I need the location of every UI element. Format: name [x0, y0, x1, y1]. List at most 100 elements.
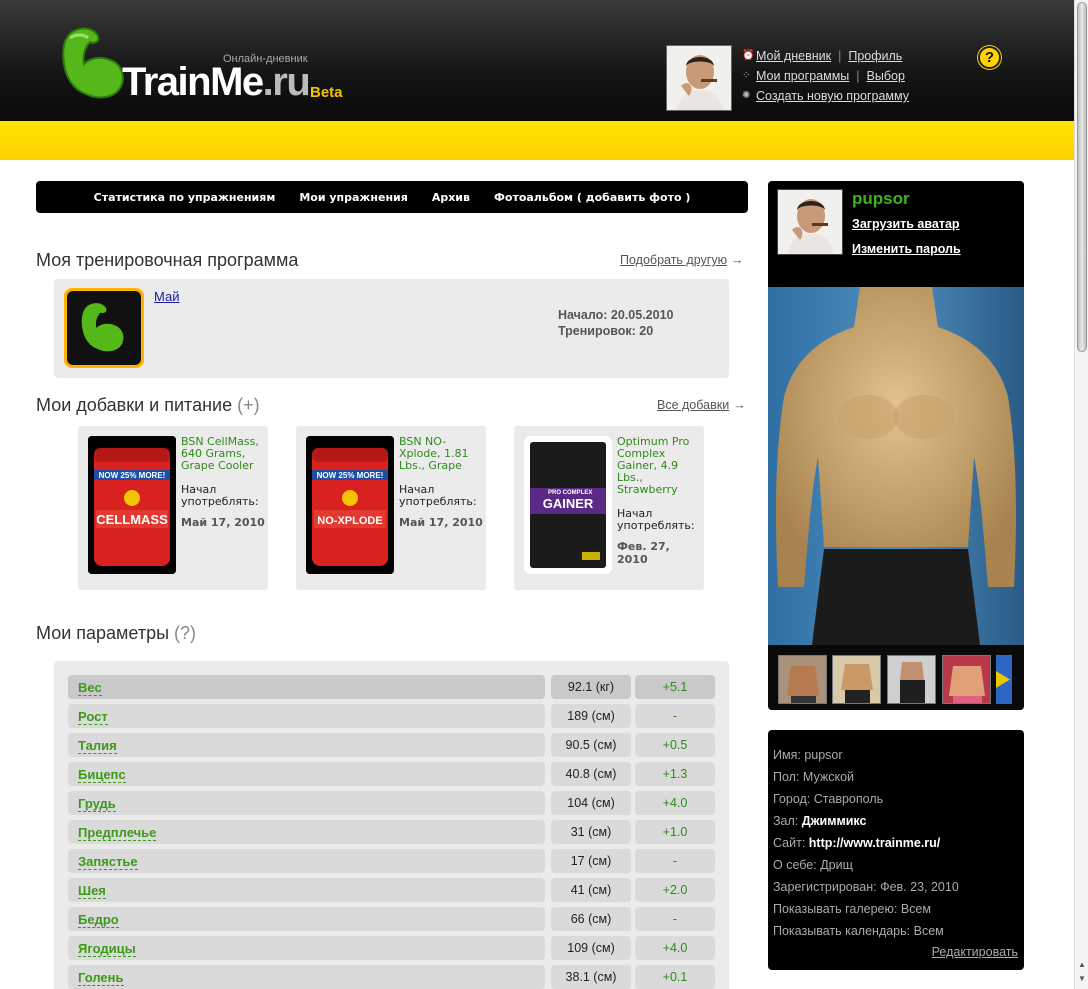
- info-show-calendar: Показывать календарь: Всем: [773, 924, 944, 938]
- param-delta: +1.3: [635, 762, 715, 786]
- clock-icon: ⏰: [742, 50, 755, 61]
- page-scrollbar[interactable]: ▲ ▼: [1074, 0, 1088, 989]
- nav-photo-album[interactable]: Фотоальбом ( добавить фото ): [494, 191, 690, 204]
- param-value: 90.5 (см): [551, 733, 631, 757]
- profile-main-photo[interactable]: [768, 287, 1024, 645]
- flexed-arm-icon: [62, 27, 124, 99]
- grid-dots-icon: ⁘: [742, 70, 751, 81]
- supplement-image[interactable]: PRO COMPLEX GAINER: [524, 436, 612, 574]
- supplement-name-link[interactable]: BSN NO-Xplode, 1.81 Lbs., Grape: [399, 436, 483, 472]
- param-name[interactable]: Грудь: [68, 791, 545, 815]
- param-delta: +0.5: [635, 733, 715, 757]
- link-separator: |: [838, 49, 842, 63]
- help-icon[interactable]: ?: [978, 46, 1001, 69]
- param-name[interactable]: Бедро: [68, 907, 545, 931]
- info-city: Город: Ставрополь: [773, 792, 884, 806]
- profile-avatar[interactable]: [777, 189, 843, 255]
- table-row: Предплечье 31 (см) +1.0: [68, 820, 716, 844]
- info-registered: Зарегистрирован: Фев. 23, 2010: [773, 880, 959, 894]
- supplement-name-link[interactable]: BSN CellMass, 640 Grams, Grape Cooler: [181, 436, 265, 472]
- photo-thumbnail[interactable]: [832, 655, 881, 704]
- next-photos-arrow-icon[interactable]: [996, 655, 1012, 704]
- photo-thumbnails: [768, 645, 1024, 710]
- param-delta: +1.0: [635, 820, 715, 844]
- profile-username: pupsor: [852, 189, 910, 208]
- param-name[interactable]: Талия: [68, 733, 545, 757]
- param-name[interactable]: Ягодицы: [68, 936, 545, 960]
- my-programs-link[interactable]: Мои программы: [756, 66, 849, 86]
- supplement-image[interactable]: NOW 25% MORE! CELLMASS: [88, 436, 176, 574]
- profile-link[interactable]: Профиль: [848, 46, 902, 66]
- site-link[interactable]: http://www.trainme.ru/: [809, 836, 940, 850]
- arrow-right-icon: [996, 655, 1012, 704]
- table-row: Ягодицы 109 (см) +4.0: [68, 936, 716, 960]
- site-header: Онлайн-дневник TrainMe.ru Beta ⏰ Мой дне…: [0, 0, 1074, 121]
- beta-badge: Beta: [310, 84, 343, 101]
- scrollbar-thumb[interactable]: [1077, 2, 1087, 352]
- table-row: Шея 41 (см) +2.0: [68, 878, 716, 902]
- param-name[interactable]: Предплечье: [68, 820, 545, 844]
- choose-other-program-link[interactable]: Подобрать другую →: [620, 253, 743, 267]
- param-name[interactable]: Вес: [68, 675, 545, 699]
- link-separator: |: [856, 69, 860, 83]
- param-name[interactable]: Запястье: [68, 849, 545, 873]
- supplement-name-link[interactable]: Optimum Pro Complex Gainer, 4.9 Lbs., St…: [617, 436, 701, 496]
- brand-name: TrainMe.ru: [122, 60, 311, 104]
- choice-link[interactable]: Выбор: [867, 66, 905, 86]
- all-supplements-link[interactable]: Все добавки →: [657, 398, 746, 412]
- photo-thumbnail[interactable]: [778, 655, 827, 704]
- supplement-started-label: Начал употреблять:: [617, 507, 695, 532]
- nav-exercise-stats[interactable]: Статистика по упражнениям: [94, 191, 276, 204]
- user-info-card: Имя: pupsor Пол: Мужской Город: Ставропо…: [768, 730, 1024, 970]
- table-row: Рост 189 (см) -: [68, 704, 716, 728]
- edit-profile-link[interactable]: Редактировать: [932, 945, 1018, 959]
- create-program-link[interactable]: Создать новую программу: [756, 86, 909, 106]
- info-about: О себе: Дрищ: [773, 858, 853, 872]
- nav-my-exercises[interactable]: Мои упражнения: [299, 191, 408, 204]
- program-icon[interactable]: [64, 288, 144, 368]
- param-value: 189 (см): [551, 704, 631, 728]
- table-row: Вес 92.1 (кг) +5.1: [68, 675, 716, 699]
- program-meta: Начало: 20.05.2010 Тренировок: 20: [558, 307, 674, 339]
- change-password-link[interactable]: Изменить пароль: [852, 242, 961, 256]
- upload-avatar-link[interactable]: Загрузить аватар: [852, 217, 960, 231]
- scroll-up-arrow-icon[interactable]: ▲: [1078, 960, 1086, 969]
- param-name[interactable]: Голень: [68, 965, 545, 989]
- header-avatar[interactable]: [666, 45, 732, 111]
- program-workout-count: Тренировок: 20: [558, 324, 654, 338]
- arrow-right-icon: →: [733, 398, 746, 412]
- param-name[interactable]: Шея: [68, 878, 545, 902]
- param-value: 38.1 (см): [551, 965, 631, 989]
- param-delta: +4.0: [635, 936, 715, 960]
- photo-thumbnail[interactable]: [942, 655, 991, 704]
- info-site: Сайт: http://www.trainme.ru/: [773, 836, 941, 850]
- info-name: Имя: pupsor: [773, 748, 843, 762]
- site-logo[interactable]: Онлайн-дневник TrainMe.ru Beta: [60, 24, 360, 114]
- info-show-gallery: Показывать галерею: Всем: [773, 902, 931, 916]
- param-name[interactable]: Рост: [68, 704, 545, 728]
- photo-thumbnail[interactable]: [887, 655, 936, 704]
- param-value: 40.8 (см): [551, 762, 631, 786]
- header-yellow-band: [0, 121, 1074, 160]
- sub-navigation: Статистика по упражнениям Мои упражнения…: [36, 181, 748, 213]
- supplement-card: NOW 25% MORE! NO-XPLODE BSN NO-Xplode, 1…: [296, 426, 486, 590]
- header-links: ⏰ Мой дневник | Профиль ⁘ Мои программы …: [742, 46, 909, 106]
- supplement-started-label: Начал употреблять:: [181, 483, 259, 508]
- param-value: 92.1 (кг): [551, 675, 631, 699]
- nav-archive[interactable]: Архив: [432, 191, 470, 204]
- supplement-image[interactable]: NOW 25% MORE! NO-XPLODE: [306, 436, 394, 574]
- program-card: Май Начало: 20.05.2010 Тренировок: 20: [54, 279, 729, 378]
- my-diary-link[interactable]: Мой дневник: [756, 46, 831, 66]
- add-supplement-button[interactable]: (+): [237, 395, 260, 415]
- param-delta: -: [635, 704, 715, 728]
- supplement-banner-text: NOW 25% MORE!: [317, 471, 384, 480]
- thumbnail-image: [888, 656, 935, 703]
- supplement-tub: NOW 25% MORE! NO-XPLODE: [306, 436, 394, 574]
- param-delta: +0.1: [635, 965, 715, 989]
- param-value: 109 (см): [551, 936, 631, 960]
- param-name[interactable]: Бицепс: [68, 762, 545, 786]
- scroll-down-arrow-icon[interactable]: ▼: [1078, 974, 1086, 983]
- params-help-button[interactable]: (?): [174, 623, 196, 643]
- program-name-link[interactable]: Май: [154, 289, 179, 304]
- param-delta: -: [635, 907, 715, 931]
